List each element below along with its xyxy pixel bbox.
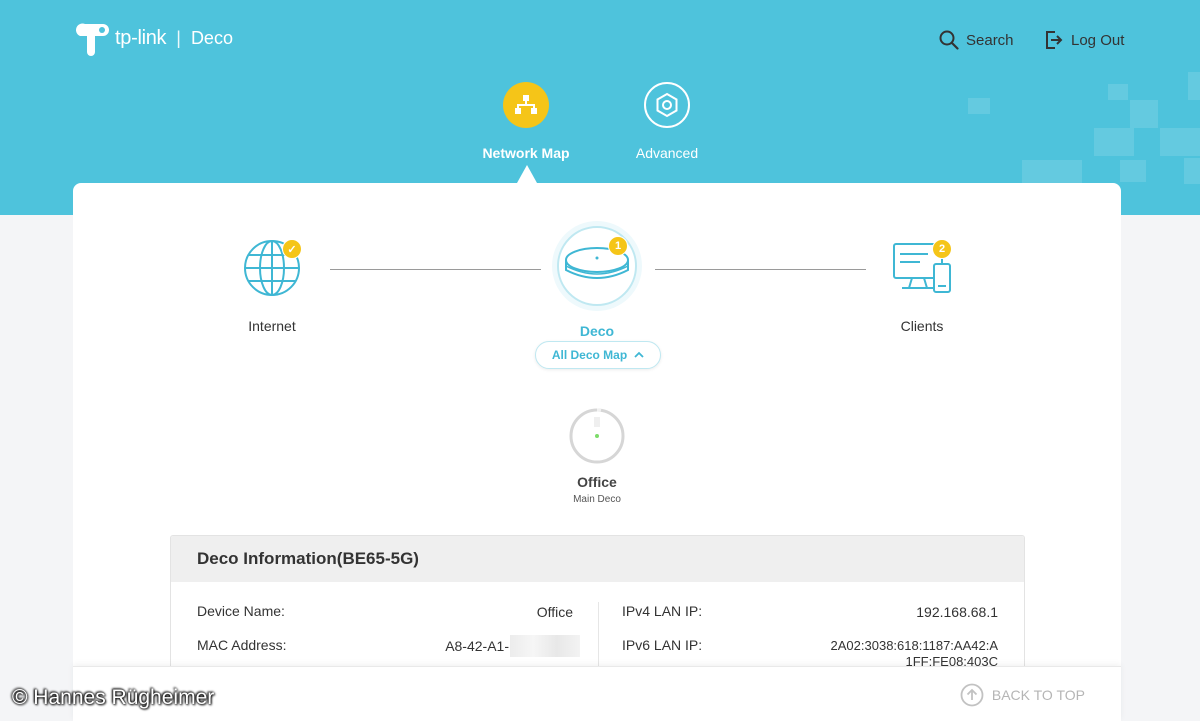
deco-node[interactable]: 1 Deco [547, 221, 647, 339]
deco-count-badge: 1 [608, 236, 628, 256]
device-name-label: Device Name: [197, 603, 285, 619]
info-column-divider [598, 602, 599, 672]
office-role: Main Deco [573, 494, 621, 505]
clients-label: Clients [900, 318, 944, 334]
back-to-top-label: BACK TO TOP [991, 687, 1085, 703]
tab-network-map[interactable]: Network Map [466, 82, 586, 161]
all-deco-map-toggle[interactable]: All Deco Map [535, 341, 661, 369]
search-label: Search [966, 31, 1014, 49]
tab-advanced[interactable]: Advanced [607, 82, 727, 161]
logout-label: Log Out [1071, 31, 1125, 49]
decor-pixel [1160, 128, 1200, 156]
copyright-watermark: © Hannes Rügheimer [12, 686, 215, 709]
back-to-top-button[interactable]: BACK TO TOP [960, 683, 1085, 707]
page-footer: BACK TO TOP [73, 666, 1121, 721]
product-name: Deco [190, 27, 233, 48]
deco-information-title: Deco Information(BE65-5G) [171, 536, 1024, 582]
brand-logo[interactable]: tp-link | Deco [73, 20, 233, 56]
search-button[interactable]: Search [939, 30, 1014, 50]
decor-pixel [1022, 160, 1082, 183]
deco-node-halo [552, 221, 642, 311]
decor-pixel [1094, 128, 1134, 156]
ipv4-lan-ip-label: IPv4 LAN IP: [622, 603, 703, 619]
internet-label: Internet [248, 318, 296, 334]
connected-check-icon: ✓ [282, 239, 302, 259]
active-tab-indicator [517, 165, 537, 183]
connection-line-clients [655, 269, 866, 270]
decor-pixel [1130, 100, 1158, 128]
decor-pixel [1108, 84, 1128, 100]
network-map-panel: ✓ Internet 1 Deco 2 Clients All Deco Map… [73, 183, 1121, 720]
decor-pixel [1188, 72, 1200, 100]
office-deco-node[interactable]: Office Main Deco [547, 407, 647, 505]
mac-address-label: MAC Address: [197, 637, 287, 653]
network-map-icon [503, 82, 549, 128]
tp-link-logo-icon [76, 23, 109, 56]
logout-button[interactable]: Log Out [1044, 30, 1124, 50]
brand-name: tp-link [115, 26, 167, 49]
chevron-up-icon [634, 351, 644, 358]
search-icon [939, 30, 959, 50]
ipv6-lan-ip-label: IPv6 LAN IP: [622, 637, 703, 653]
decor-pixel [968, 98, 990, 114]
tab-advanced-label: Advanced [635, 145, 699, 161]
all-deco-map-label: All Deco Map [551, 348, 628, 362]
deco-signal-icon [569, 408, 625, 464]
decor-pixel [1120, 160, 1146, 182]
deco-label: Deco [579, 323, 615, 339]
clients-node[interactable]: 2 Clients [872, 238, 972, 334]
internet-node[interactable]: ✓ Internet [222, 238, 322, 334]
clients-count-badge: 2 [932, 239, 952, 259]
ipv4-lan-ip-value: 192.168.68.1 [916, 604, 998, 620]
mac-address-value: A8-42-A1- [445, 638, 509, 654]
tab-network-map-label: Network Map [482, 145, 570, 161]
decor-pixel [1184, 158, 1200, 184]
logout-icon [1046, 31, 1063, 49]
arrow-up-circle-icon [960, 683, 984, 707]
brand-separator: | [176, 27, 181, 48]
device-name-value: Office [536, 604, 573, 620]
office-name: Office [577, 474, 617, 490]
connection-line-internet [330, 269, 541, 270]
gear-icon [644, 82, 690, 128]
mac-address-redaction [510, 635, 580, 657]
